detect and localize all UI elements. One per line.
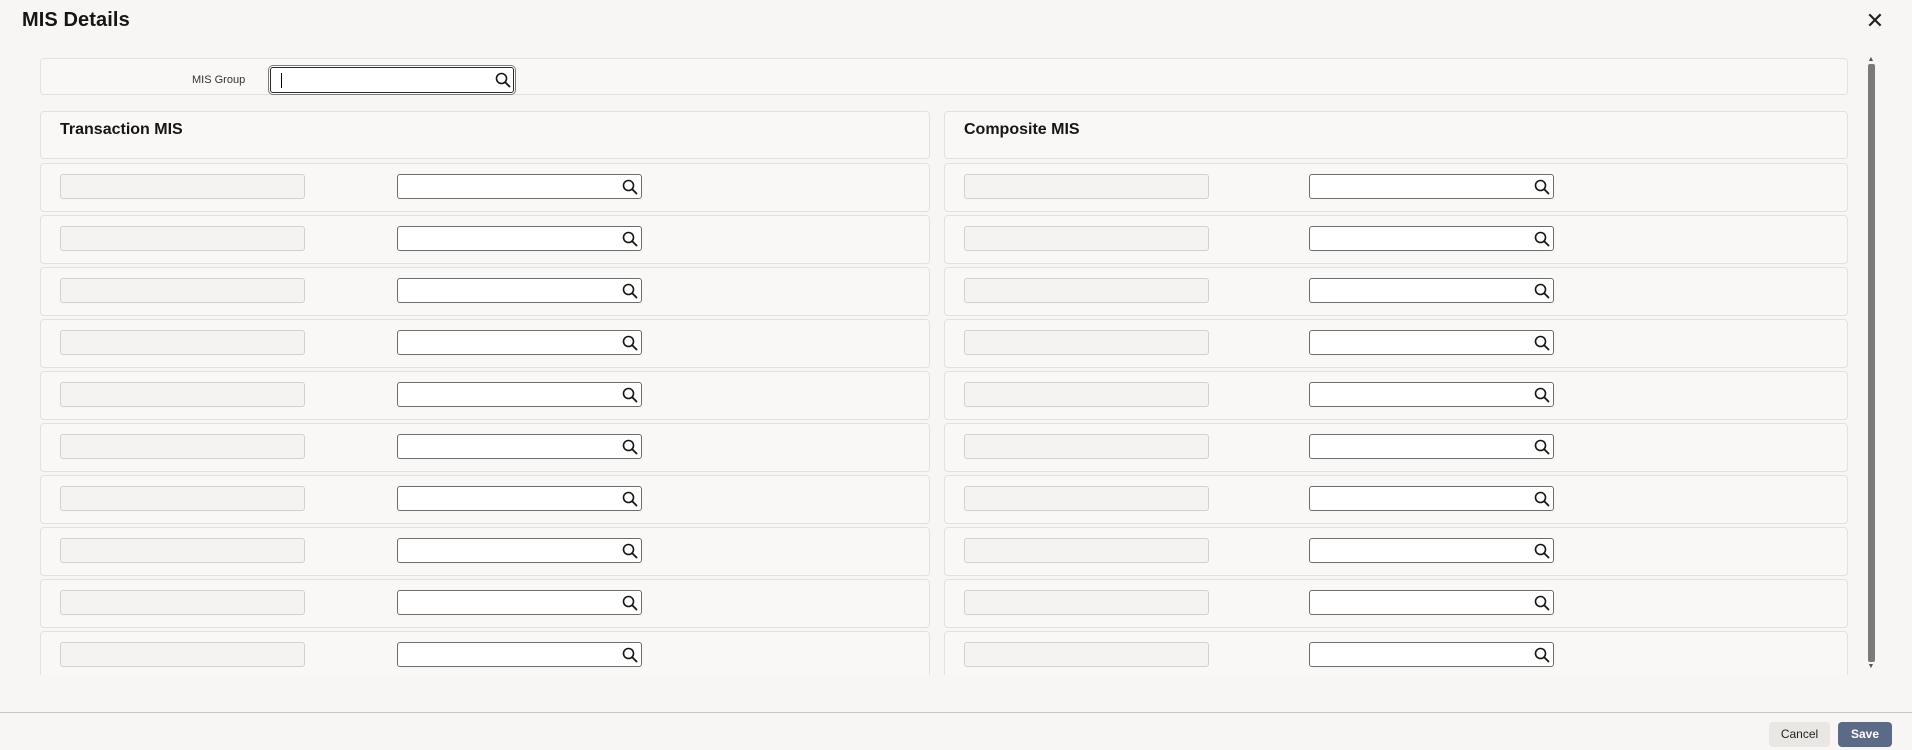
composite-mis-name-field (964, 486, 1209, 511)
transaction-mis-name-field (60, 538, 305, 563)
transaction-mis-value-input[interactable] (397, 382, 642, 407)
composite-mis-value-input[interactable] (1309, 226, 1554, 251)
transaction-mis-row (40, 267, 930, 316)
search-icon[interactable] (1534, 231, 1550, 247)
transaction-mis-name-field (60, 330, 305, 355)
composite-mis-header: Composite MIS (944, 111, 1848, 159)
close-icon[interactable]: ✕ (1864, 10, 1886, 32)
text-caret (281, 73, 282, 88)
composite-mis-name-field (964, 278, 1209, 303)
composite-mis-name-field (964, 226, 1209, 251)
search-icon[interactable] (1534, 595, 1550, 611)
composite-mis-row (944, 475, 1848, 524)
composite-mis-value-input[interactable] (1309, 174, 1554, 199)
search-icon[interactable] (1534, 335, 1550, 351)
composite-mis-value-input[interactable] (1309, 538, 1554, 563)
transaction-mis-name-field (60, 174, 305, 199)
transaction-mis-value-input[interactable] (397, 590, 642, 615)
composite-mis-row (944, 579, 1848, 628)
search-icon[interactable] (622, 647, 638, 663)
transaction-mis-row (40, 371, 930, 420)
transaction-mis-title: Transaction MIS (60, 121, 183, 138)
search-icon[interactable] (622, 387, 638, 403)
composite-mis-row (944, 423, 1848, 472)
composite-mis-row (944, 371, 1848, 420)
composite-mis-value-input[interactable] (1309, 382, 1554, 407)
transaction-mis-value-input[interactable] (397, 434, 642, 459)
transaction-mis-row (40, 579, 930, 628)
transaction-mis-name-field (60, 382, 305, 407)
search-icon[interactable] (1534, 439, 1550, 455)
search-icon[interactable] (1534, 491, 1550, 507)
scrollbar-thumb[interactable] (1868, 64, 1875, 662)
composite-mis-name-field (964, 382, 1209, 407)
scroll-down-arrow[interactable]: ▼ (1866, 663, 1876, 670)
transaction-mis-row (40, 475, 930, 524)
composite-mis-row (944, 215, 1848, 264)
dialog-header: MIS Details ✕ (0, 0, 1912, 42)
composite-mis-name-field (964, 434, 1209, 459)
search-icon[interactable] (622, 335, 638, 351)
search-icon[interactable] (622, 595, 638, 611)
transaction-mis-value-input[interactable] (397, 486, 642, 511)
composite-mis-value-input[interactable] (1309, 486, 1554, 511)
search-icon[interactable] (1534, 543, 1550, 559)
search-icon[interactable] (622, 283, 638, 299)
dialog-title: MIS Details (22, 9, 130, 31)
transaction-mis-row (40, 215, 930, 264)
composite-mis-value-input[interactable] (1309, 434, 1554, 459)
search-icon[interactable] (622, 491, 638, 507)
transaction-mis-value-input[interactable] (397, 226, 642, 251)
search-icon[interactable] (1534, 283, 1550, 299)
transaction-mis-value-input[interactable] (397, 278, 642, 303)
composite-mis-value-input[interactable] (1309, 642, 1554, 667)
transaction-mis-value-input[interactable] (397, 330, 642, 355)
transaction-mis-row (40, 527, 930, 576)
composite-mis-name-field (964, 174, 1209, 199)
search-icon[interactable] (622, 439, 638, 455)
composite-mis-row (944, 631, 1848, 675)
search-icon[interactable] (495, 72, 511, 88)
transaction-mis-row (40, 319, 930, 368)
composite-mis-value-input[interactable] (1309, 330, 1554, 355)
composite-mis-row (944, 267, 1848, 316)
transaction-mis-name-field (60, 226, 305, 251)
transaction-mis-name-field (60, 434, 305, 459)
composite-mis-row (944, 163, 1848, 212)
composite-mis-row (944, 527, 1848, 576)
transaction-mis-value-input[interactable] (397, 538, 642, 563)
transaction-mis-value-input[interactable] (397, 642, 642, 667)
transaction-mis-row (40, 423, 930, 472)
composite-mis-name-field (964, 642, 1209, 667)
mis-group-label: MIS Group (192, 74, 246, 86)
transaction-mis-value-input[interactable] (397, 174, 642, 199)
transaction-mis-name-field (60, 590, 305, 615)
search-icon[interactable] (1534, 647, 1550, 663)
transaction-mis-row (40, 163, 930, 212)
transaction-mis-name-field (60, 278, 305, 303)
composite-mis-name-field (964, 590, 1209, 615)
save-button[interactable]: Save (1838, 722, 1892, 747)
transaction-mis-name-field (60, 642, 305, 667)
composite-mis-value-input[interactable] (1309, 278, 1554, 303)
search-icon[interactable] (622, 231, 638, 247)
cancel-button[interactable]: Cancel (1769, 722, 1830, 747)
search-icon[interactable] (622, 543, 638, 559)
transaction-mis-row (40, 631, 930, 675)
composite-mis-name-field (964, 538, 1209, 563)
transaction-mis-header: Transaction MIS (40, 111, 930, 159)
composite-mis-name-field (964, 330, 1209, 355)
search-icon[interactable] (622, 179, 638, 195)
search-icon[interactable] (1534, 387, 1550, 403)
search-icon[interactable] (1534, 179, 1550, 195)
scroll-up-arrow[interactable]: ▲ (1866, 56, 1876, 63)
composite-mis-title: Composite MIS (964, 121, 1080, 138)
dialog-content: MIS Group Transaction MIS Composite MIS (0, 50, 1880, 675)
mis-group-input[interactable] (270, 67, 514, 93)
dialog-footer: Cancel Save (0, 712, 1912, 750)
composite-mis-value-input[interactable] (1309, 590, 1554, 615)
transaction-mis-name-field (60, 486, 305, 511)
composite-mis-row (944, 319, 1848, 368)
